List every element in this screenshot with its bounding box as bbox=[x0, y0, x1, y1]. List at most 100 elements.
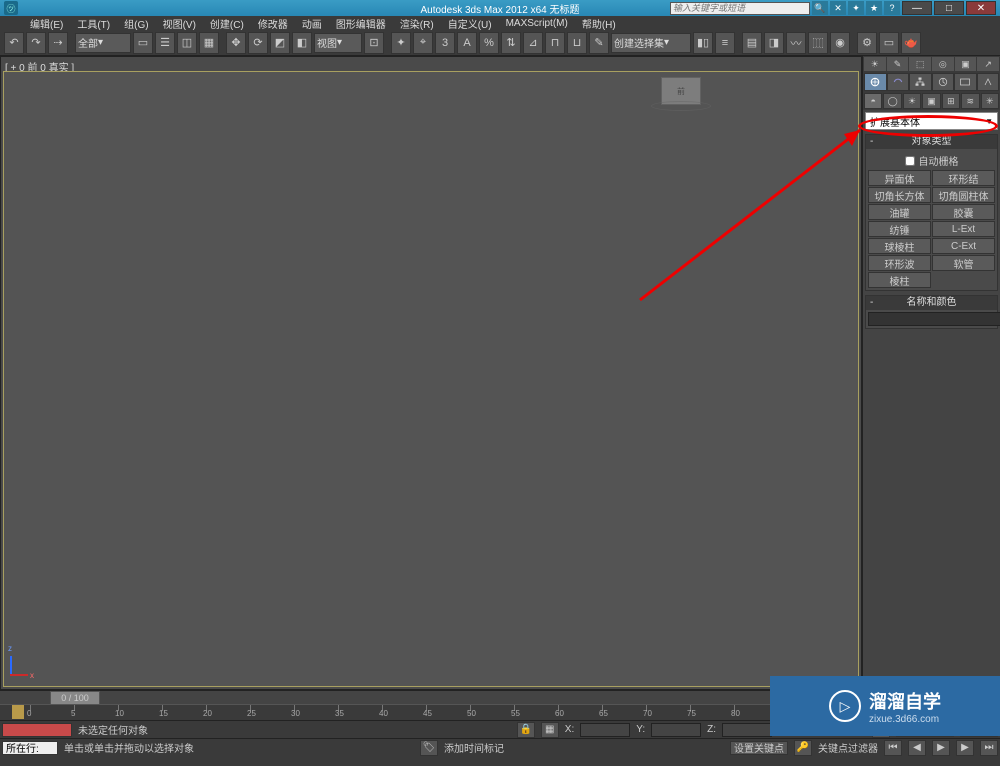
sub-cameras-icon[interactable]: ▣ bbox=[922, 93, 940, 109]
snap-a-icon[interactable]: A bbox=[457, 32, 477, 54]
sub-lights-icon[interactable]: ☀ bbox=[903, 93, 921, 109]
link-icon[interactable]: ⇢ bbox=[48, 32, 68, 54]
playback-play-icon[interactable]: ▶ bbox=[932, 740, 950, 756]
ref-coord-dropdown[interactable]: 视图 ▾ bbox=[314, 33, 362, 53]
obj-lext[interactable]: L-Ext bbox=[932, 221, 995, 237]
menu-animation[interactable]: 动画 bbox=[302, 16, 322, 31]
sub-helpers-icon[interactable]: ⊞ bbox=[942, 93, 960, 109]
star-icon[interactable]: ★ bbox=[866, 1, 882, 15]
help-search-input[interactable] bbox=[670, 2, 810, 15]
sub-systems-icon[interactable]: ✳ bbox=[981, 93, 999, 109]
mirror-icon[interactable]: ▮▯ bbox=[693, 32, 713, 54]
select-name-icon[interactable]: ☰ bbox=[155, 32, 175, 54]
viewport[interactable]: zx bbox=[3, 71, 859, 687]
menu-group[interactable]: 组(G) bbox=[124, 16, 148, 31]
rotate-icon[interactable]: ⟳ bbox=[248, 32, 268, 54]
render-setup-icon[interactable]: ⚙ bbox=[857, 32, 877, 54]
z-input[interactable] bbox=[722, 723, 772, 737]
obj-chamferbox[interactable]: 切角长方体 bbox=[868, 187, 931, 203]
playback-next-icon[interactable]: ▶ bbox=[956, 740, 974, 756]
curve-editor-icon[interactable]: 〰 bbox=[786, 32, 806, 54]
select-object-icon[interactable]: ▭ bbox=[133, 32, 153, 54]
schematic-icon[interactable]: ⿲ bbox=[808, 32, 828, 54]
magnet-icon[interactable]: ⊓ bbox=[545, 32, 565, 54]
menu-modifiers[interactable]: 修改器 bbox=[258, 16, 288, 31]
ref-coord-icon[interactable]: ◧ bbox=[292, 32, 312, 54]
obj-spindle[interactable]: 纺锤 bbox=[868, 221, 931, 237]
add-time-tag[interactable]: 添加时间标记 bbox=[444, 740, 504, 755]
sub-geometry-icon[interactable]: ◓ bbox=[864, 93, 882, 109]
menu-view[interactable]: 视图(V) bbox=[163, 16, 196, 31]
minimize-button[interactable]: — bbox=[902, 1, 932, 15]
key-filters[interactable]: 关键点过滤器 bbox=[818, 740, 878, 755]
menu-edit[interactable]: 编辑(E) bbox=[30, 16, 63, 31]
sub-shapes-icon[interactable]: ◯ bbox=[883, 93, 901, 109]
snap-3-icon[interactable]: 3 bbox=[435, 32, 455, 54]
playback-start-icon[interactable]: ⏮ bbox=[884, 740, 902, 756]
cp-brush-icon[interactable]: ✎ bbox=[887, 57, 909, 71]
selection-lock-icon[interactable]: ✎ bbox=[589, 32, 609, 54]
obj-prism[interactable]: 棱柱 bbox=[868, 272, 931, 288]
cp-globe-icon[interactable]: ◎ bbox=[932, 57, 954, 71]
cp-sun-icon[interactable]: ☀ bbox=[864, 57, 886, 71]
playback-prev-icon[interactable]: ◀ bbox=[908, 740, 926, 756]
manip-icon[interactable]: ✦ bbox=[391, 32, 411, 54]
magnet2-icon[interactable]: ⊔ bbox=[567, 32, 587, 54]
rendered-frame-icon[interactable]: ▭ bbox=[879, 32, 899, 54]
obj-capsule[interactable]: 胶囊 bbox=[932, 204, 995, 220]
obj-oiltank[interactable]: 油罐 bbox=[868, 204, 931, 220]
align-icon[interactable]: ≡ bbox=[715, 32, 735, 54]
tag-icon[interactable]: 🏷 bbox=[420, 740, 438, 756]
setkey-button[interactable]: 设置关键点 bbox=[730, 741, 788, 755]
lock-icon[interactable]: 🔒 bbox=[517, 722, 535, 738]
time-slider-thumb[interactable]: 0 / 100 bbox=[50, 691, 100, 705]
current-row[interactable]: 所在行: bbox=[2, 741, 58, 755]
sub-spacewarps-icon[interactable]: ≋ bbox=[961, 93, 979, 109]
tab-create[interactable] bbox=[864, 73, 887, 91]
object-name-input[interactable] bbox=[868, 312, 1000, 326]
coord-display-icon[interactable]: ▦ bbox=[541, 722, 559, 738]
cp-box-icon[interactable]: ▣ bbox=[955, 57, 977, 71]
obj-gengon[interactable]: 球棱柱 bbox=[868, 238, 931, 254]
obj-cext[interactable]: C-Ext bbox=[932, 238, 995, 254]
graphite-icon[interactable]: ◨ bbox=[764, 32, 784, 54]
menu-graph[interactable]: 图形编辑器 bbox=[336, 16, 386, 31]
tab-modify[interactable] bbox=[887, 73, 910, 91]
cp-arrow-icon[interactable]: ↗ bbox=[977, 57, 999, 71]
edge-snap-icon[interactable]: ⊿ bbox=[523, 32, 543, 54]
selection-filter-dropdown[interactable]: 全部 ▾ bbox=[75, 33, 131, 53]
undo-icon[interactable]: ↶ bbox=[4, 32, 24, 54]
rollout-header-name[interactable]: -名称和颜色 bbox=[866, 296, 997, 310]
redo-icon[interactable]: ↷ bbox=[26, 32, 46, 54]
playback-end-icon[interactable]: ⏭ bbox=[980, 740, 998, 756]
layers-icon[interactable]: ▤ bbox=[742, 32, 762, 54]
menu-tools[interactable]: 工具(T) bbox=[77, 16, 110, 31]
named-selection-dropdown[interactable]: 创建选择集 ▾ bbox=[611, 33, 691, 53]
wrench-icon[interactable]: ✦ bbox=[848, 1, 864, 15]
pivot-icon[interactable]: ⊡ bbox=[364, 32, 384, 54]
scale-icon[interactable]: ◩ bbox=[270, 32, 290, 54]
menu-help[interactable]: 帮助(H) bbox=[582, 16, 616, 31]
close-button[interactable]: ✕ bbox=[966, 1, 996, 15]
geometry-category-dropdown[interactable]: 扩展基本体 ▼ bbox=[865, 112, 998, 130]
obj-hose[interactable]: 软管 bbox=[932, 255, 995, 271]
autogrid-input[interactable] bbox=[905, 156, 915, 166]
move-icon[interactable]: ✥ bbox=[226, 32, 246, 54]
time-cursor[interactable] bbox=[12, 705, 24, 719]
rollout-header[interactable]: -对象类型 bbox=[866, 135, 997, 149]
tab-display[interactable] bbox=[954, 73, 977, 91]
tab-motion[interactable] bbox=[932, 73, 955, 91]
menu-create[interactable]: 创建(C) bbox=[210, 16, 244, 31]
cp-h-icon[interactable]: ⬚ bbox=[909, 57, 931, 71]
material-editor-icon[interactable]: ◉ bbox=[830, 32, 850, 54]
menu-maxscript[interactable]: MAXScript(M) bbox=[506, 18, 568, 29]
obj-torusknot[interactable]: 环形结 bbox=[932, 170, 995, 186]
select-region-icon[interactable]: ◫ bbox=[177, 32, 197, 54]
key-icon[interactable]: 🔑 bbox=[794, 740, 812, 756]
obj-hedra[interactable]: 异面体 bbox=[868, 170, 931, 186]
autogrid-checkbox[interactable]: 自动栅格 bbox=[868, 151, 995, 170]
snap-pct-icon[interactable]: % bbox=[479, 32, 499, 54]
window-crossing-icon[interactable]: ▦ bbox=[199, 32, 219, 54]
y-input[interactable] bbox=[651, 723, 701, 737]
tab-utilities[interactable] bbox=[977, 73, 1000, 91]
